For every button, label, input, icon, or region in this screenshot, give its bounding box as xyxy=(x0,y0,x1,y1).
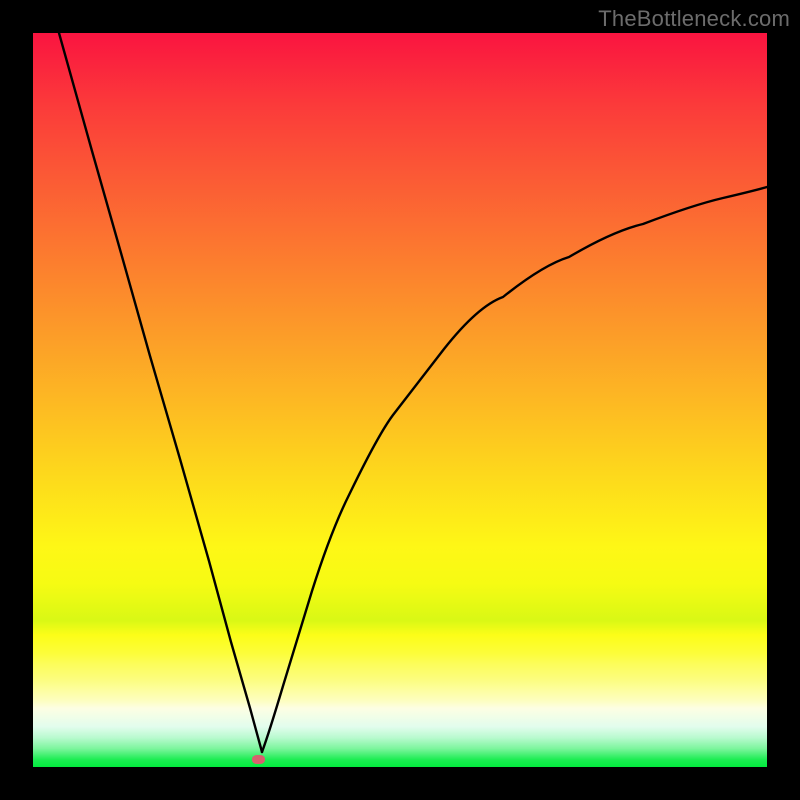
plot-area xyxy=(33,33,767,767)
curve-left-branch xyxy=(59,33,262,752)
curve-right-branch xyxy=(262,187,767,752)
chart-frame: TheBottleneck.com xyxy=(0,0,800,800)
watermark-text: TheBottleneck.com xyxy=(598,6,790,32)
bottleneck-curve xyxy=(33,33,767,767)
minimum-marker xyxy=(252,755,265,764)
